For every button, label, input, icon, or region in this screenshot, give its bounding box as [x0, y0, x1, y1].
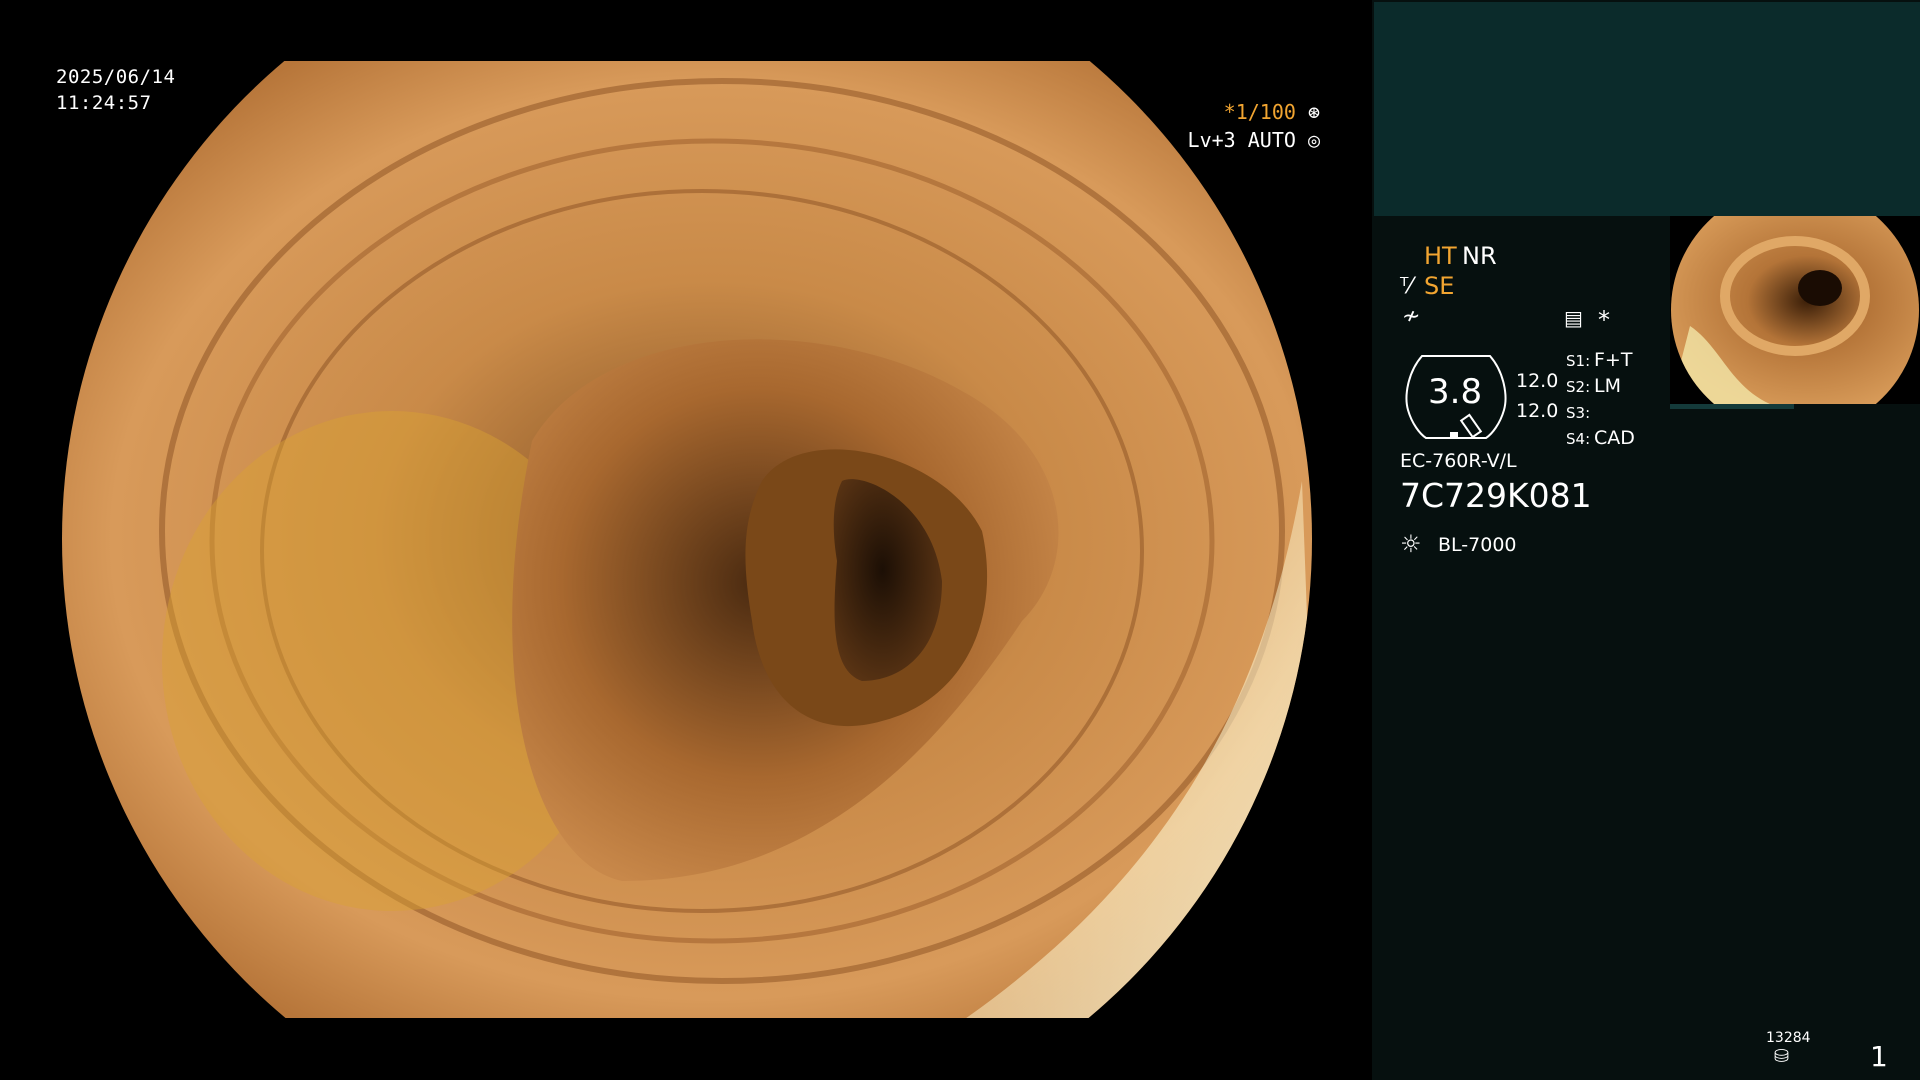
scope-serial: 7C729K081: [1400, 476, 1592, 515]
storage-icon: ⛁: [1774, 1046, 1790, 1067]
ht-mode: HT: [1424, 242, 1457, 270]
thumbnail-image: [1670, 216, 1920, 404]
switch-key: S2:: [1566, 378, 1591, 396]
switch-value: LM: [1594, 375, 1621, 397]
asterisk-indicator: *: [1598, 306, 1610, 334]
value-row-2: 12.0: [1516, 400, 1559, 422]
scope-model: EC-760R-V/L: [1400, 450, 1517, 472]
shutter-text: *1/100: [1223, 100, 1296, 124]
captured-thumbnail[interactable]: [1670, 216, 1920, 404]
nr-mode: NR: [1462, 242, 1497, 270]
time-text: 11:24:57: [56, 92, 152, 114]
panel-header-block: [1374, 2, 1920, 216]
structure-enhancement-icon: ᵀ⁄: [1400, 274, 1413, 299]
auto-iris-icon: ◎: [1307, 128, 1320, 152]
zoom-value: 3.8: [1428, 372, 1483, 412]
se-mode: SE: [1424, 272, 1455, 300]
aperture-icon: ⊛: [1307, 100, 1320, 124]
freeze-icon: ≁: [1402, 304, 1421, 329]
switch-key: S3:: [1566, 404, 1591, 422]
page-number: 1: [1870, 1040, 1888, 1073]
thumbnail-bar: [1670, 404, 1794, 409]
light-source-name: BL-7000: [1438, 534, 1517, 556]
switch-key: S1:: [1566, 352, 1591, 370]
colon-lumen-image: [62, 61, 1312, 1018]
endoscope-image: [62, 61, 1312, 1018]
status-panel: HT NR ᵀ⁄ SE ≁ ▤ * 3.8 12.0 12.0 S1: F+T …: [1372, 0, 1920, 1080]
switch-value: CAD: [1594, 427, 1635, 449]
image-counter: 13284: [1766, 1030, 1811, 1046]
switch-value: F+T: [1594, 349, 1633, 371]
switch-key: S4:: [1566, 430, 1591, 448]
light-source-icon: ☼: [1400, 530, 1422, 558]
date-text: 2025/06/14: [56, 66, 176, 88]
exposure-readout: *1/100 ⊛ Lv+3 AUTO ◎: [1188, 98, 1320, 154]
level-text: Lv+3 AUTO: [1187, 128, 1296, 152]
date-time-display: 2025/06/14 11:24:57: [56, 64, 175, 116]
endoscope-view-area: 2025/06/14 11:24:57 *1/100 ⊛ Lv+3 AUTO ◎: [0, 0, 1372, 1080]
settings-list-icon: ▤: [1564, 306, 1583, 330]
value-row-1: 12.0: [1516, 370, 1559, 392]
